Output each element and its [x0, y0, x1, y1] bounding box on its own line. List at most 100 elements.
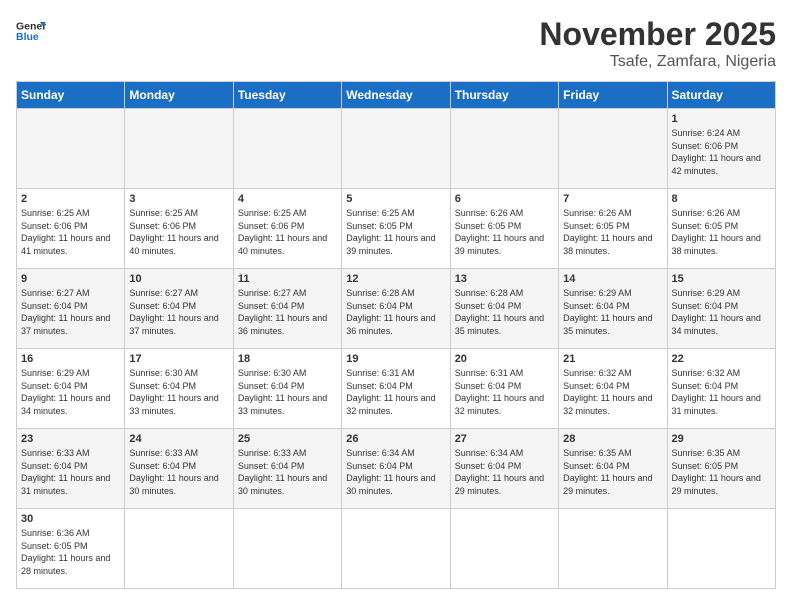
weekday-header-monday: Monday [125, 82, 233, 109]
day-info: Sunrise: 6:32 AM Sunset: 6:04 PM Dayligh… [672, 367, 771, 417]
calendar-cell [667, 509, 775, 589]
day-info: Sunrise: 6:25 AM Sunset: 6:06 PM Dayligh… [238, 207, 337, 257]
day-info: Sunrise: 6:31 AM Sunset: 6:04 PM Dayligh… [455, 367, 554, 417]
day-info: Sunrise: 6:34 AM Sunset: 6:04 PM Dayligh… [455, 447, 554, 497]
logo: General Blue [16, 16, 46, 46]
day-info: Sunrise: 6:35 AM Sunset: 6:05 PM Dayligh… [672, 447, 771, 497]
day-info: Sunrise: 6:33 AM Sunset: 6:04 PM Dayligh… [129, 447, 228, 497]
day-info: Sunrise: 6:26 AM Sunset: 6:05 PM Dayligh… [672, 207, 771, 257]
calendar-cell: 5 Sunrise: 6:25 AM Sunset: 6:05 PM Daylig… [342, 189, 450, 269]
calendar-cell: 10Sunrise: 6:27 AM Sunset: 6:04 PM Dayli… [125, 269, 233, 349]
day-number: 24 [129, 433, 228, 445]
day-info: Sunrise: 6:27 AM Sunset: 6:04 PM Dayligh… [129, 287, 228, 337]
day-info: Sunrise: 6:31 AM Sunset: 6:04 PM Dayligh… [346, 367, 445, 417]
day-number: 21 [563, 353, 662, 365]
day-number: 14 [563, 273, 662, 285]
page-header: General Blue November 2025 Tsafe, Zamfar… [16, 16, 776, 71]
day-number: 4 [238, 193, 337, 205]
calendar-cell [559, 509, 667, 589]
day-number: 19 [346, 353, 445, 365]
day-number: 26 [346, 433, 445, 445]
day-info: Sunrise: 6:25 AM Sunset: 6:06 PM Dayligh… [21, 207, 120, 257]
day-number: 29 [672, 433, 771, 445]
title-block: November 2025 Tsafe, Zamfara, Nigeria [539, 16, 776, 71]
calendar-body: 1 Sunrise: 6:24 AM Sunset: 6:06 PM Daylig… [17, 109, 776, 589]
calendar-cell [233, 509, 341, 589]
day-number: 17 [129, 353, 228, 365]
calendar-week-1: 1 Sunrise: 6:24 AM Sunset: 6:06 PM Daylig… [17, 109, 776, 189]
calendar-cell: 26 Sunrise: 6:34 AM Sunset: 6:04 PM Dayli… [342, 429, 450, 509]
calendar-cell: 3 Sunrise: 6:25 AM Sunset: 6:06 PM Daylig… [125, 189, 233, 269]
calendar-cell: 22 Sunrise: 6:32 AM Sunset: 6:04 PM Dayli… [667, 349, 775, 429]
calendar-cell: 24 Sunrise: 6:33 AM Sunset: 6:04 PM Dayli… [125, 429, 233, 509]
calendar-cell: 16 Sunrise: 6:29 AM Sunset: 6:04 PM Dayli… [17, 349, 125, 429]
calendar-week-3: 9Sunrise: 6:27 AM Sunset: 6:04 PM Daylig… [17, 269, 776, 349]
day-number: 18 [238, 353, 337, 365]
calendar-cell: 30 Sunrise: 6:36 AM Sunset: 6:05 PM Dayli… [17, 509, 125, 589]
calendar-cell: 9Sunrise: 6:27 AM Sunset: 6:04 PM Daylig… [17, 269, 125, 349]
calendar-cell: 6Sunrise: 6:26 AM Sunset: 6:05 PM Daylig… [450, 189, 558, 269]
day-number: 11 [238, 273, 337, 285]
day-info: Sunrise: 6:35 AM Sunset: 6:04 PM Dayligh… [563, 447, 662, 497]
day-number: 8 [672, 193, 771, 205]
calendar-cell [125, 509, 233, 589]
calendar-cell: 25 Sunrise: 6:33 AM Sunset: 6:04 PM Dayli… [233, 429, 341, 509]
day-number: 27 [455, 433, 554, 445]
day-number: 16 [21, 353, 120, 365]
day-number: 5 [346, 193, 445, 205]
day-number: 2 [21, 193, 120, 205]
location-title: Tsafe, Zamfara, Nigeria [539, 53, 776, 71]
day-number: 15 [672, 273, 771, 285]
weekday-header-friday: Friday [559, 82, 667, 109]
day-number: 23 [21, 433, 120, 445]
calendar-cell: 13 Sunrise: 6:28 AM Sunset: 6:04 PM Dayli… [450, 269, 558, 349]
calendar-cell [17, 109, 125, 189]
calendar-cell: 20Sunrise: 6:31 AM Sunset: 6:04 PM Dayli… [450, 349, 558, 429]
month-title: November 2025 [539, 16, 776, 53]
day-info: Sunrise: 6:29 AM Sunset: 6:04 PM Dayligh… [21, 367, 120, 417]
calendar-cell: 29 Sunrise: 6:35 AM Sunset: 6:05 PM Dayli… [667, 429, 775, 509]
calendar-cell [342, 509, 450, 589]
day-number: 3 [129, 193, 228, 205]
weekday-header-tuesday: Tuesday [233, 82, 341, 109]
day-info: Sunrise: 6:36 AM Sunset: 6:05 PM Dayligh… [21, 527, 120, 577]
calendar-cell: 15 Sunrise: 6:29 AM Sunset: 6:04 PM Dayli… [667, 269, 775, 349]
day-info: Sunrise: 6:25 AM Sunset: 6:06 PM Dayligh… [129, 207, 228, 257]
day-info: Sunrise: 6:28 AM Sunset: 6:04 PM Dayligh… [346, 287, 445, 337]
day-number: 25 [238, 433, 337, 445]
calendar-cell: 7 Sunrise: 6:26 AM Sunset: 6:05 PM Daylig… [559, 189, 667, 269]
calendar-cell [125, 109, 233, 189]
calendar-table: SundayMondayTuesdayWednesdayThursdayFrid… [16, 81, 776, 589]
calendar-cell [559, 109, 667, 189]
calendar-cell: 18Sunrise: 6:30 AM Sunset: 6:04 PM Dayli… [233, 349, 341, 429]
day-info: Sunrise: 6:32 AM Sunset: 6:04 PM Dayligh… [563, 367, 662, 417]
day-number: 13 [455, 273, 554, 285]
day-number: 22 [672, 353, 771, 365]
day-number: 1 [672, 113, 771, 125]
day-info: Sunrise: 6:27 AM Sunset: 6:04 PM Dayligh… [238, 287, 337, 337]
calendar-cell: 14Sunrise: 6:29 AM Sunset: 6:04 PM Dayli… [559, 269, 667, 349]
day-info: Sunrise: 6:28 AM Sunset: 6:04 PM Dayligh… [455, 287, 554, 337]
calendar-week-2: 2 Sunrise: 6:25 AM Sunset: 6:06 PM Daylig… [17, 189, 776, 269]
weekday-header-thursday: Thursday [450, 82, 558, 109]
day-info: Sunrise: 6:33 AM Sunset: 6:04 PM Dayligh… [21, 447, 120, 497]
weekday-header-saturday: Saturday [667, 82, 775, 109]
calendar-cell: 1 Sunrise: 6:24 AM Sunset: 6:06 PM Daylig… [667, 109, 775, 189]
calendar-cell: 23 Sunrise: 6:33 AM Sunset: 6:04 PM Dayli… [17, 429, 125, 509]
day-info: Sunrise: 6:30 AM Sunset: 6:04 PM Dayligh… [129, 367, 228, 417]
day-info: Sunrise: 6:34 AM Sunset: 6:04 PM Dayligh… [346, 447, 445, 497]
day-info: Sunrise: 6:29 AM Sunset: 6:04 PM Dayligh… [672, 287, 771, 337]
day-info: Sunrise: 6:33 AM Sunset: 6:04 PM Dayligh… [238, 447, 337, 497]
calendar-cell: 4 Sunrise: 6:25 AM Sunset: 6:06 PM Daylig… [233, 189, 341, 269]
day-number: 7 [563, 193, 662, 205]
calendar-cell: 12 Sunrise: 6:28 AM Sunset: 6:04 PM Dayli… [342, 269, 450, 349]
calendar-cell: 21 Sunrise: 6:32 AM Sunset: 6:04 PM Dayli… [559, 349, 667, 429]
day-info: Sunrise: 6:25 AM Sunset: 6:05 PM Dayligh… [346, 207, 445, 257]
calendar-header: SundayMondayTuesdayWednesdayThursdayFrid… [17, 82, 776, 109]
day-info: Sunrise: 6:26 AM Sunset: 6:05 PM Dayligh… [563, 207, 662, 257]
day-number: 12 [346, 273, 445, 285]
day-number: 30 [21, 513, 120, 525]
svg-text:Blue: Blue [16, 31, 39, 43]
calendar-cell: 27 Sunrise: 6:34 AM Sunset: 6:04 PM Dayli… [450, 429, 558, 509]
day-info: Sunrise: 6:24 AM Sunset: 6:06 PM Dayligh… [672, 127, 771, 177]
